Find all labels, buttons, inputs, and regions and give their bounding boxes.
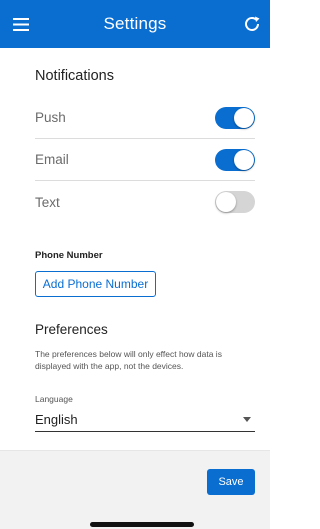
home-indicator [90,522,194,527]
preferences-heading: Preferences [35,322,108,337]
menu-button[interactable] [8,11,34,37]
email-toggle[interactable] [215,148,255,171]
language-label: Language [35,394,73,404]
app-header: Settings [0,0,270,48]
text-toggle[interactable] [215,191,255,213]
push-label: Push [35,110,66,125]
toggle-knob [234,107,254,128]
text-label: Text [35,194,60,210]
language-value: English [35,411,78,427]
preferences-description: The preferences below will only effect h… [35,349,222,371]
add-phone-number-button[interactable]: Add Phone Number [35,271,156,297]
email-label: Email [35,152,69,167]
hamburger-menu-icon [13,17,29,31]
page-title: Settings [103,14,167,33]
refresh-button[interactable] [238,10,266,38]
save-button[interactable]: Save [207,469,255,495]
notification-row-email: Email [35,139,255,181]
push-toggle[interactable] [215,106,255,129]
footer-bar: Save [0,450,270,529]
toggle-knob [216,192,236,212]
notifications-heading: Notifications [35,68,114,84]
notification-row-push: Push [35,97,255,139]
toggle-knob [234,149,254,170]
chevron-down-icon [243,416,251,422]
language-select[interactable]: English [35,407,255,432]
refresh-icon [245,16,260,31]
notification-row-text: Text [35,181,255,223]
phone-number-label: Phone Number [35,250,103,261]
